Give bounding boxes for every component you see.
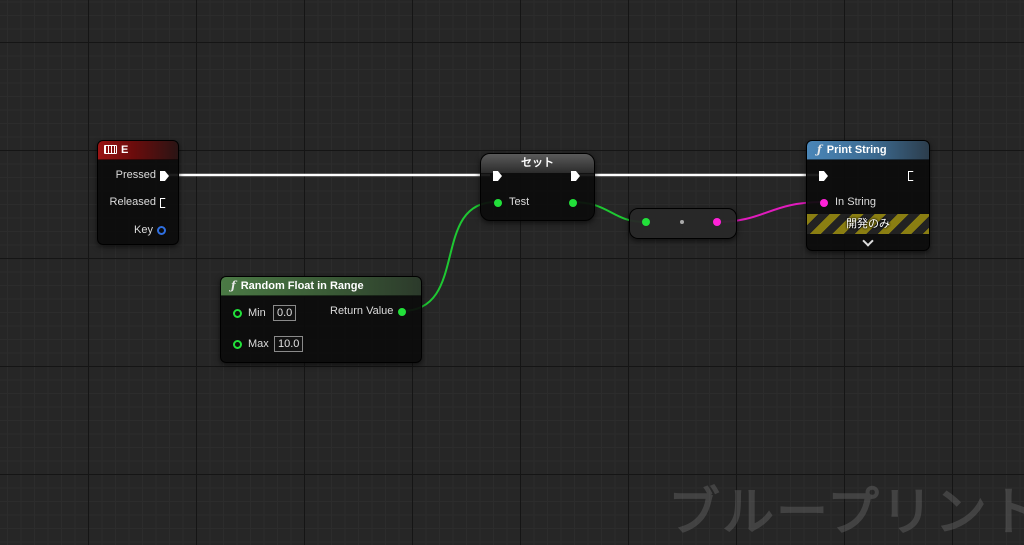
print-string-node[interactable]: ƒ Print String In String 開発のみ (806, 140, 930, 251)
set-test-output-pin[interactable] (569, 199, 577, 207)
function-icon: ƒ (817, 143, 822, 156)
conversion-dot (680, 220, 684, 224)
development-only-label: 開発のみ (846, 218, 890, 230)
random-node-header[interactable]: ƒ Random Float in Range (221, 277, 421, 296)
set-node-header[interactable]: セット (481, 154, 594, 173)
conversion-input-pin[interactable] (642, 218, 650, 226)
min-value-field[interactable]: 0.0 (273, 305, 297, 321)
pressed-label: Pressed (115, 169, 156, 181)
max-input-pin[interactable] (233, 340, 242, 349)
random-node-title: Random Float in Range (240, 280, 364, 292)
min-label: Min (248, 307, 266, 319)
key-label: Key (134, 224, 153, 236)
max-label: Max (248, 338, 269, 350)
development-only-banner: 開発のみ (807, 214, 929, 234)
return-value-pin[interactable] (398, 308, 406, 316)
event-node-title: E (121, 144, 129, 156)
set-test-input-pin[interactable] (494, 199, 502, 207)
print-exec-out-pin[interactable] (908, 171, 917, 181)
conversion-output-pin[interactable] (713, 218, 721, 226)
blueprint-watermark: ブループリント (668, 483, 1024, 543)
key-struct-pin[interactable] (157, 226, 166, 235)
print-node-header[interactable]: ƒ Print String (807, 141, 929, 160)
print-exec-in-pin[interactable] (819, 171, 828, 181)
released-exec-pin[interactable] (160, 198, 169, 208)
max-value-field[interactable]: 10.0 (274, 336, 304, 352)
print-node-title: Print String (826, 144, 887, 156)
float-to-string-conversion-node[interactable] (629, 208, 737, 239)
return-value-label: Return Value (330, 305, 394, 317)
set-test-label: Test (509, 196, 530, 208)
in-string-label: In String (835, 196, 876, 208)
pressed-exec-pin[interactable] (160, 171, 169, 181)
in-string-pin[interactable] (820, 199, 828, 207)
event-node-header[interactable]: E (98, 141, 178, 160)
keyboard-icon (104, 144, 117, 154)
random-float-in-range-node[interactable]: ƒ Random Float in Range Min 0.0 Return Va… (220, 276, 422, 363)
keyboard-event-node[interactable]: E Pressed Released Key (97, 140, 179, 245)
chevron-down-icon[interactable] (862, 235, 874, 247)
function-icon: ƒ (231, 279, 236, 292)
min-input-pin[interactable] (233, 309, 242, 318)
released-label: Released (109, 196, 156, 208)
set-node-title: セット (521, 157, 554, 169)
set-variable-node[interactable]: セット Test (480, 153, 595, 221)
